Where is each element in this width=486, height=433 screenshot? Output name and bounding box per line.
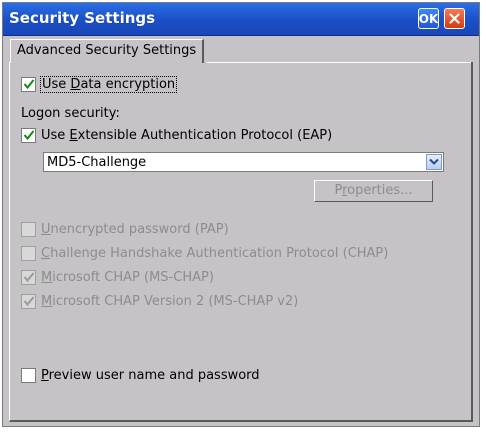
ok-button[interactable]: OK [418, 8, 439, 29]
tab-advanced-security-settings[interactable]: Advanced Security Settings [10, 39, 205, 63]
pap-checkbox[interactable] [21, 221, 36, 237]
checkmark-icon [23, 79, 34, 90]
chap-label: Challenge Handshake Authentication Proto… [41, 245, 389, 261]
mschapv2-label: Microsoft CHAP Version 2 (MS-CHAP v2) [41, 293, 299, 309]
pap-label: Unencrypted password (PAP) [41, 221, 229, 237]
dropdown-button[interactable] [426, 154, 442, 170]
use-data-encryption-label: Use Data encryption [39, 75, 178, 93]
tab-strip: Advanced Security Settings [9, 39, 473, 63]
mschap-checkbox[interactable] [21, 269, 36, 285]
preview-label: Preview user name and password [41, 367, 260, 383]
mschapv2-checkbox[interactable] [21, 293, 36, 309]
close-button[interactable] [444, 8, 465, 29]
window-title: Security Settings [9, 9, 156, 27]
use-eap-label: Use Extensible Authentication Protocol (… [41, 127, 333, 143]
checkmark-icon [23, 296, 34, 307]
security-settings-window: Security Settings OK Advanced Security S… [2, 2, 480, 427]
logon-security-heading: Logon security: [21, 104, 120, 122]
eap-method-select[interactable]: MD5-Challenge [43, 152, 444, 172]
chap-checkbox[interactable] [21, 245, 36, 261]
eap-method-value: MD5-Challenge [47, 155, 147, 170]
use-data-encryption-checkbox[interactable] [21, 76, 36, 92]
checkmark-icon [23, 130, 34, 141]
close-icon [449, 13, 460, 24]
checkmark-icon [23, 272, 34, 283]
preview-option[interactable]: Preview user name and password [21, 366, 260, 384]
chevron-down-icon [429, 158, 439, 165]
pap-option[interactable]: Unencrypted password (PAP) [21, 220, 229, 238]
chap-option[interactable]: Challenge Handshake Authentication Proto… [21, 244, 388, 262]
use-eap-option[interactable]: Use Extensible Authentication Protocol (… [21, 126, 332, 144]
properties-button[interactable]: Properties... [314, 180, 433, 202]
mschap-label: Microsoft CHAP (MS-CHAP) [41, 269, 214, 285]
use-data-encryption-option[interactable]: Use Data encryption [21, 75, 178, 93]
logon-security-label: Logon security: [21, 105, 120, 121]
use-eap-checkbox[interactable] [21, 127, 36, 143]
mschap-option[interactable]: Microsoft CHAP (MS-CHAP) [21, 268, 214, 286]
mschapv2-option[interactable]: Microsoft CHAP Version 2 (MS-CHAP v2) [21, 292, 298, 310]
title-bar[interactable]: Security Settings OK [3, 3, 479, 36]
preview-checkbox[interactable] [21, 367, 36, 383]
